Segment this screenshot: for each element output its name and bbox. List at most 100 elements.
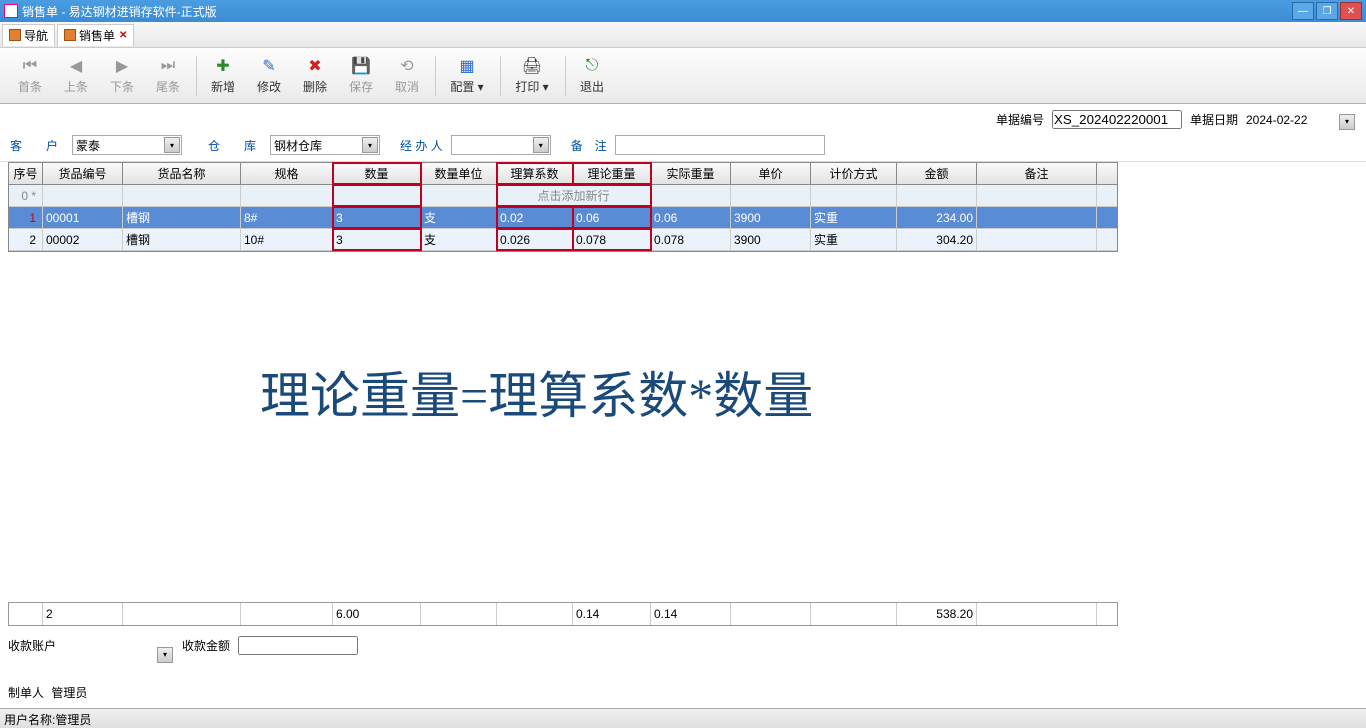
add-button[interactable]: ✚新增 bbox=[201, 56, 245, 95]
chevron-down-icon[interactable]: ▾ bbox=[1339, 114, 1355, 130]
col-code[interactable]: 货品编号 bbox=[43, 163, 123, 184]
cell-price[interactable]: 3900 bbox=[731, 229, 811, 250]
cell-coef[interactable]: 点击添加新行 bbox=[497, 185, 651, 206]
col-unit[interactable]: 数量单位 bbox=[421, 163, 497, 184]
cell-unit[interactable]: 支 bbox=[421, 207, 497, 228]
cell-name[interactable]: 槽钢 bbox=[123, 229, 241, 250]
col-spec[interactable]: 规格 bbox=[241, 163, 333, 184]
cell-amt[interactable]: 234.00 bbox=[897, 207, 977, 228]
cell-mode[interactable] bbox=[811, 185, 897, 206]
save-icon: 💾 bbox=[351, 56, 371, 76]
col-tw[interactable]: 理论重量 bbox=[573, 163, 651, 184]
cell-unit[interactable]: 支 bbox=[421, 229, 497, 250]
print-button[interactable]: 🖨打印 ▾ bbox=[505, 56, 559, 95]
last-button[interactable]: ⏭尾条 bbox=[146, 56, 190, 95]
cell-tw[interactable]: 0.078 bbox=[573, 229, 651, 250]
cell-spec[interactable]: 8# bbox=[241, 207, 333, 228]
minimize-button[interactable]: — bbox=[1292, 2, 1314, 20]
exit-icon: ⎋ bbox=[582, 56, 602, 76]
data-grid: 序号 货品编号 货品名称 规格 数量 数量单位 理算系数 理论重量 实际重量 单… bbox=[8, 162, 1118, 252]
docdate-input[interactable]: 2024-02-22 ▾ bbox=[1246, 113, 1356, 127]
cell-rmk[interactable] bbox=[977, 229, 1097, 250]
cell-name[interactable]: 槽钢 bbox=[123, 207, 241, 228]
col-aw[interactable]: 实际重量 bbox=[651, 163, 731, 184]
cell-spec[interactable] bbox=[241, 185, 333, 206]
chevron-down-icon[interactable]: ▾ bbox=[533, 137, 549, 153]
cell-price[interactable]: 3900 bbox=[731, 207, 811, 228]
cell-amt[interactable]: 304.20 bbox=[897, 229, 977, 250]
chevron-down-icon[interactable]: ▾ bbox=[164, 137, 180, 153]
warehouse-combo[interactable]: 钢材仓库▾ bbox=[270, 135, 380, 155]
cell-coef[interactable]: 0.02 bbox=[497, 207, 573, 228]
docid-input[interactable] bbox=[1052, 110, 1182, 129]
tab-nav[interactable]: 导航 bbox=[2, 24, 55, 46]
cell-price[interactable] bbox=[731, 185, 811, 206]
handler-combo[interactable]: ▾ bbox=[451, 135, 551, 155]
cell-n[interactable]: 2 bbox=[9, 229, 43, 250]
sum-qty: 6.00 bbox=[333, 603, 421, 625]
cell-n[interactable]: 1 bbox=[9, 207, 43, 228]
grid-summary: 2 6.00 0.14 0.14 538.20 bbox=[8, 602, 1118, 626]
cell-id[interactable] bbox=[43, 185, 123, 206]
delete-button[interactable]: ✖删除 bbox=[293, 56, 337, 95]
edit-button[interactable]: ✎修改 bbox=[247, 56, 291, 95]
cell-id[interactable]: 00002 bbox=[43, 229, 123, 250]
payamt-input[interactable] bbox=[238, 636, 358, 655]
first-button[interactable]: ⏮首条 bbox=[8, 56, 52, 95]
save-button[interactable]: 💾保存 bbox=[339, 56, 383, 95]
col-amt[interactable]: 金额 bbox=[897, 163, 977, 184]
col-price[interactable]: 单价 bbox=[731, 163, 811, 184]
col-name[interactable]: 货品名称 bbox=[123, 163, 241, 184]
cell-n[interactable]: 0 * bbox=[9, 185, 43, 206]
cell-id[interactable]: 00001 bbox=[43, 207, 123, 228]
cell-coef[interactable]: 0.026 bbox=[497, 229, 573, 250]
customer-combo[interactable]: 蒙泰▾ bbox=[72, 135, 182, 155]
cell-aw[interactable]: 0.078 bbox=[651, 229, 731, 250]
col-seq[interactable]: 序号 bbox=[9, 163, 43, 184]
config-button[interactable]: ▦配置 ▾ bbox=[440, 56, 494, 95]
chevron-down-icon[interactable]: ▾ bbox=[157, 647, 173, 663]
customer-label: 客 户 bbox=[10, 137, 64, 154]
table-row[interactable]: 200002槽钢10#3支0.0260.0780.0783900实重304.20 bbox=[9, 229, 1117, 251]
remark-input[interactable] bbox=[615, 135, 825, 155]
add-icon: ✚ bbox=[213, 56, 233, 76]
col-mode[interactable]: 计价方式 bbox=[811, 163, 897, 184]
table-row[interactable]: 100001槽钢8#3支0.020.060.063900实重234.00 bbox=[9, 207, 1117, 229]
cell-qty[interactable]: 3 bbox=[333, 207, 421, 228]
doc-id-row: 单据编号 单据日期 2024-02-22 ▾ bbox=[0, 104, 1366, 129]
chevron-down-icon[interactable]: ▾ bbox=[362, 137, 378, 153]
sum-aw: 0.14 bbox=[651, 603, 731, 625]
tab-label: 销售单 bbox=[79, 27, 115, 44]
cancel-button[interactable]: ⟲取消 bbox=[385, 56, 429, 95]
col-qty[interactable]: 数量 bbox=[333, 163, 421, 184]
cell-rmk[interactable] bbox=[977, 185, 1097, 206]
exit-button[interactable]: ⎋退出 bbox=[570, 56, 614, 95]
tab-icon bbox=[64, 29, 76, 41]
prev-button[interactable]: ◀上条 bbox=[54, 56, 98, 95]
maker-label: 制单人 bbox=[8, 686, 44, 700]
cell-amt[interactable] bbox=[897, 185, 977, 206]
sum-count: 2 bbox=[43, 603, 123, 625]
close-button[interactable]: ✕ bbox=[1340, 2, 1362, 20]
tab-close-icon[interactable]: ✕ bbox=[119, 30, 127, 41]
cell-mode[interactable]: 实重 bbox=[811, 207, 897, 228]
maximize-button[interactable]: ❐ bbox=[1316, 2, 1338, 20]
grid-header: 序号 货品编号 货品名称 规格 数量 数量单位 理算系数 理论重量 实际重量 单… bbox=[9, 163, 1117, 185]
last-icon: ⏭ bbox=[158, 56, 178, 76]
cell-qty[interactable]: 3 bbox=[333, 229, 421, 250]
cell-unit[interactable] bbox=[421, 185, 497, 206]
cell-name[interactable] bbox=[123, 185, 241, 206]
table-row[interactable]: 0 * 点击添加新行 bbox=[9, 185, 1117, 207]
next-button[interactable]: ▶下条 bbox=[100, 56, 144, 95]
cell-spec[interactable]: 10# bbox=[241, 229, 333, 250]
payment-row: 收款账户 ▾ 收款金额 bbox=[8, 636, 358, 655]
col-rmk[interactable]: 备注 bbox=[977, 163, 1097, 184]
cell-aw[interactable] bbox=[651, 185, 731, 206]
cell-mode[interactable]: 实重 bbox=[811, 229, 897, 250]
col-coef[interactable]: 理算系数 bbox=[497, 163, 573, 184]
cell-rmk[interactable] bbox=[977, 207, 1097, 228]
cell-qty[interactable] bbox=[333, 185, 421, 206]
cell-tw[interactable]: 0.06 bbox=[573, 207, 651, 228]
tab-salesorder[interactable]: 销售单 ✕ bbox=[57, 24, 134, 46]
cell-aw[interactable]: 0.06 bbox=[651, 207, 731, 228]
